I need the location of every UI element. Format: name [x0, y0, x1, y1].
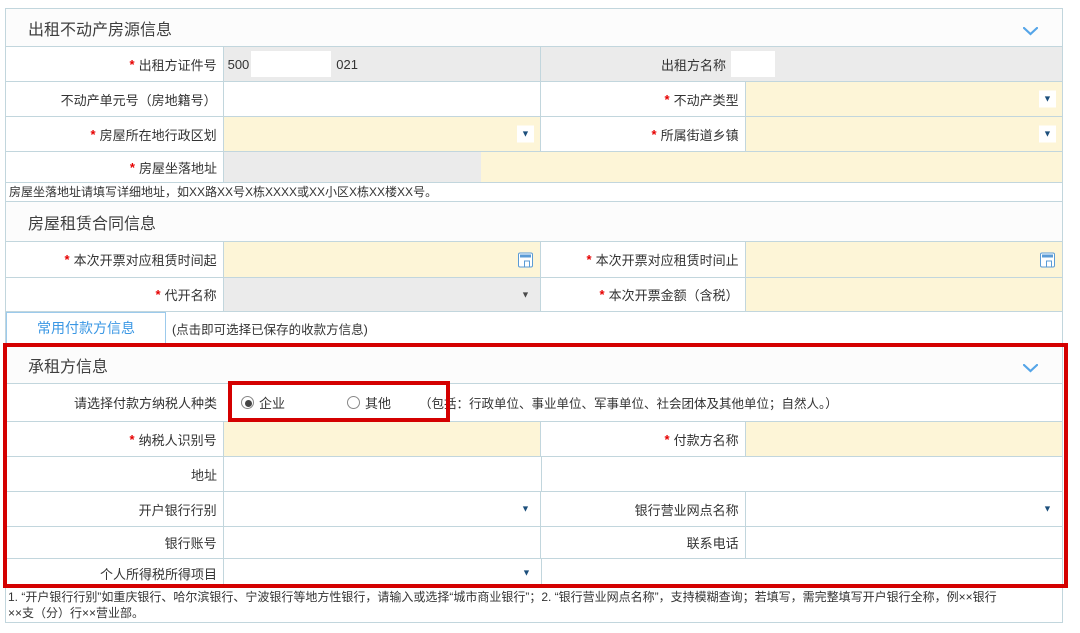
row-lease-dates: * 本次开票对应租赁时间起 * 本次开票对应租赁时间止: [6, 241, 1062, 277]
row-account-phone: 银行账号 联系电话: [6, 526, 1062, 558]
invoice-amount-label: * 本次开票金额（含税）: [540, 278, 745, 311]
rental-invoice-form: 出租不动产房源信息 * 出租方证件号 500 021 出租方名称 不动产单元号（…: [5, 8, 1063, 623]
lessor-name-redaction: [731, 51, 775, 77]
address-label: * 房屋坐落地址: [6, 152, 223, 182]
taxpayer-kind-label: 请选择付款方纳税人种类: [6, 384, 223, 421]
income-item-select[interactable]: ▼: [223, 559, 541, 587]
lessor-id-redaction: [251, 51, 331, 77]
lessor-id-label: * 出租方证件号: [6, 47, 223, 81]
section-property-header: 出租不动产房源信息: [6, 9, 1062, 46]
dropdown-arrow-icon: ▼: [1039, 501, 1056, 518]
saved-payer-info-tab[interactable]: 常用付款方信息: [6, 312, 166, 345]
section-lease-title: 房屋租赁合同信息: [28, 210, 156, 234]
section-property-title: 出租不动产房源信息: [28, 16, 172, 40]
row-taxid-payer: * 纳税人识别号 * 付款方名称: [6, 421, 1062, 456]
address-detail-input[interactable]: [481, 152, 1062, 182]
radio-selected-icon[interactable]: [241, 396, 254, 409]
lease-start-label: * 本次开票对应租赁时间起: [6, 242, 223, 277]
row-bank: 开户银行行别 ▼ 银行营业网点名称 ▼: [6, 491, 1062, 526]
radio-other[interactable]: 其他: [347, 393, 391, 412]
saved-payer-row: 常用付款方信息 (点击即可选择已保存的收款方信息): [6, 311, 1062, 345]
row-income-item: 个人所得税所得项目 ▼: [6, 558, 1062, 587]
chevron-down-icon[interactable]: [1023, 23, 1038, 41]
required-marker: *: [130, 57, 135, 72]
taxpayer-kind-note: （包括：行政单位、事业单位、军事单位、社会团体及其他单位；自然人。）: [419, 393, 838, 412]
lessee-address-label: 地址: [6, 457, 223, 491]
taxpayer-kind-options: 企业 其他 （包括：行政单位、事业单位、军事单位、社会团体及其他单位；自然人。）: [223, 384, 1062, 421]
lessor-id-suffix: 021: [336, 57, 358, 72]
dropdown-arrow-icon: ▼: [517, 126, 534, 143]
radio-enterprise[interactable]: 企业: [241, 393, 285, 412]
bank-footnote-line1: 1. “开户银行行别”如重庆银行、哈尔滨银行、宁波银行等地方性银行，请输入或选择…: [8, 589, 1060, 605]
dropdown-arrow-icon: ▼: [1039, 91, 1056, 108]
dropdown-arrow-icon: ▼: [1039, 126, 1056, 143]
property-type-select[interactable]: ▼: [745, 82, 1062, 116]
row-taxpayer-kind: 请选择付款方纳税人种类 企业 其他 （包括：行政单位、事业单位、军事单位、社会团…: [6, 383, 1062, 421]
row-invoice: * 代开名称 ▼ * 本次开票金额（含税）: [6, 277, 1062, 311]
bank-footnote-line2: ××支（分）行××营业部。: [8, 605, 1060, 621]
row-lessee-address: 地址: [6, 456, 1062, 491]
taxid-label: * 纳税人识别号: [6, 422, 223, 456]
bank-type-select[interactable]: ▼: [223, 492, 540, 526]
dropdown-arrow-icon: ▼: [517, 286, 534, 303]
section-lessee-header: 承租方信息: [6, 345, 1062, 383]
income-item-label: 个人所得税所得项目: [6, 559, 223, 587]
invoice-name-select: ▼: [223, 278, 540, 311]
row-address: * 房屋坐落地址: [6, 151, 1062, 182]
calendar-icon[interactable]: [518, 252, 533, 267]
lessee-section: 承租方信息 请选择付款方纳税人种类 企业 其他 （包括：行政单位、事业单位、军事…: [6, 345, 1062, 587]
address-hint: 房屋坐落地址请填写详细地址，如XX路XX号X栋XXXX或XX小区X栋XX楼XX号…: [6, 182, 1062, 201]
dropdown-arrow-icon: ▼: [518, 565, 535, 582]
lessor-name-field: 出租方名称: [540, 47, 1062, 81]
saved-payer-hint: (点击即可选择已保存的收款方信息): [172, 319, 368, 338]
dropdown-arrow-icon: ▼: [517, 501, 534, 518]
lessor-id-field: 500 021: [223, 47, 540, 81]
calendar-icon[interactable]: [1040, 252, 1055, 267]
phone-label: 联系电话: [540, 527, 745, 558]
lessor-id-prefix: 500: [228, 57, 250, 72]
radio-unselected-icon[interactable]: [347, 396, 360, 409]
street-label: * 所属街道乡镇: [540, 117, 745, 151]
district-label: * 房屋所在地行政区划: [6, 117, 223, 151]
street-select[interactable]: ▼: [745, 117, 1062, 151]
chevron-down-icon[interactable]: [1023, 360, 1038, 378]
bank-branch-select[interactable]: ▼: [745, 492, 1062, 526]
unit-no-input[interactable]: [223, 82, 540, 116]
lessee-address-input-cont[interactable]: [541, 457, 1062, 491]
lease-end-input[interactable]: [745, 242, 1062, 277]
bank-footnote: 1. “开户银行行别”如重庆银行、哈尔滨银行、宁波银行等地方性银行，请输入或选择…: [6, 587, 1062, 622]
row-district-street: * 房屋所在地行政区划 ▼ * 所属街道乡镇 ▼: [6, 116, 1062, 151]
address-prefix-field: [223, 152, 481, 182]
bank-account-input[interactable]: [223, 527, 540, 558]
lessor-name-label: 出租方名称: [661, 55, 726, 74]
unit-no-label: 不动产单元号（房地籍号）: [6, 82, 223, 116]
phone-input[interactable]: [745, 527, 1062, 558]
bank-account-label: 银行账号: [6, 527, 223, 558]
district-select[interactable]: ▼: [223, 117, 540, 151]
row-lessor: * 出租方证件号 500 021 出租方名称: [6, 46, 1062, 81]
section-lease-header: 房屋租赁合同信息: [6, 201, 1062, 241]
taxid-input[interactable]: [223, 422, 540, 456]
section-lessee-title: 承租方信息: [28, 353, 108, 377]
empty-cell: [541, 559, 1062, 587]
invoice-name-label: * 代开名称: [6, 278, 223, 311]
payer-name-label: * 付款方名称: [540, 422, 745, 456]
bank-type-label: 开户银行行别: [6, 492, 223, 526]
payer-name-input[interactable]: [745, 422, 1062, 456]
invoice-amount-input[interactable]: [745, 278, 1062, 311]
lessee-address-input[interactable]: [223, 457, 541, 491]
row-unit-type: 不动产单元号（房地籍号） * 不动产类型 ▼: [6, 81, 1062, 116]
lease-end-label: * 本次开票对应租赁时间止: [540, 242, 745, 277]
property-type-label: * 不动产类型: [540, 82, 745, 116]
lease-start-input[interactable]: [223, 242, 540, 277]
bank-branch-label: 银行营业网点名称: [540, 492, 745, 526]
